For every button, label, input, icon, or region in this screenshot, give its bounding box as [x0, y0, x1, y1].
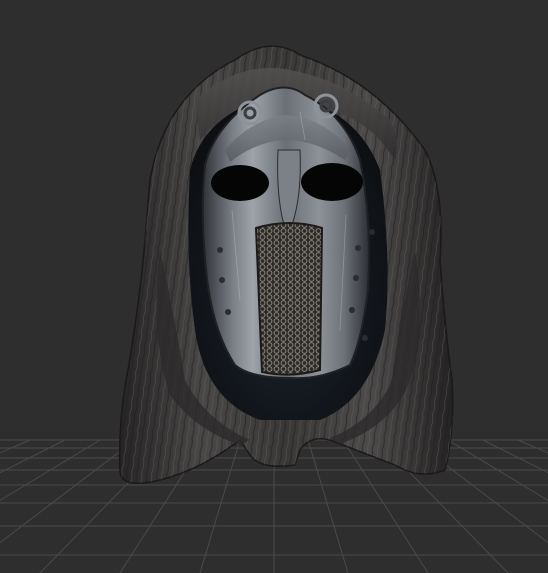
3d-viewport[interactable] [0, 0, 548, 573]
right-eye-slot [301, 163, 363, 201]
helmet-model[interactable] [118, 45, 454, 485]
left-eye-slot [211, 165, 269, 201]
chainmail-mouthguard [254, 222, 324, 376]
viewport-canvas[interactable] [0, 0, 548, 573]
